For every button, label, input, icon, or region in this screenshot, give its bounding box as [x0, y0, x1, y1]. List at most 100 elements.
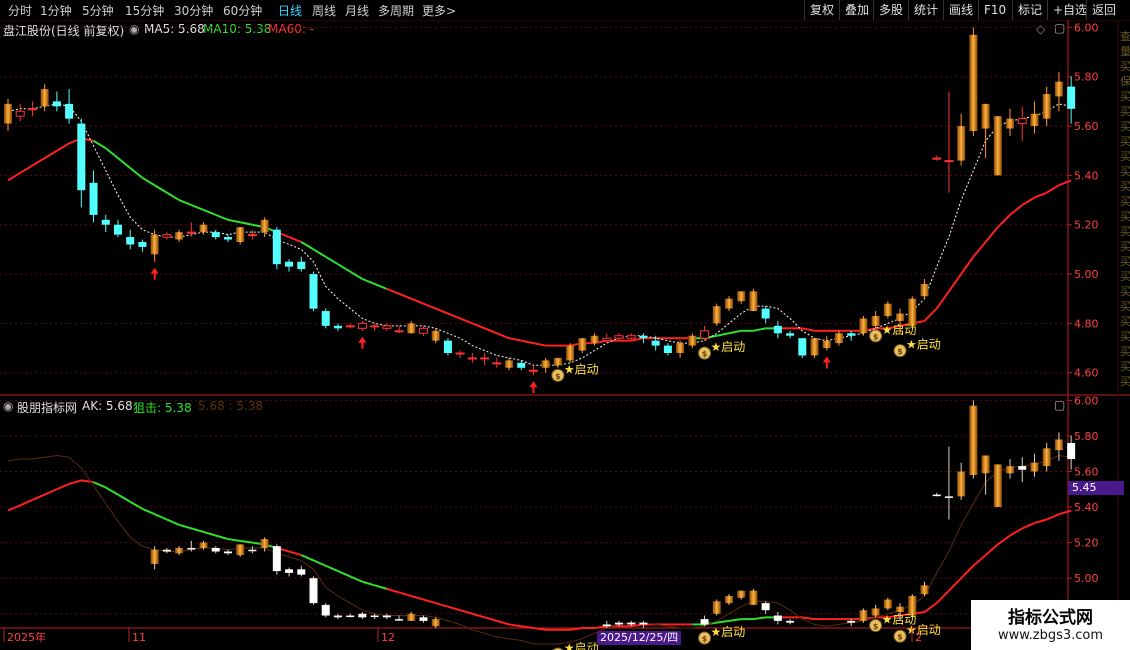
sub-candle-body [920, 585, 929, 595]
candle-body [1054, 81, 1063, 97]
candle-body [321, 311, 330, 326]
sub-candle-body [211, 547, 220, 552]
candle-body [639, 335, 648, 339]
main-tick-label: 5.20 [1074, 219, 1099, 232]
candle-body [1030, 113, 1039, 127]
candle-body [1042, 94, 1051, 119]
candle-body [162, 234, 172, 238]
sub-zj-segment [386, 587, 400, 594]
sub-candle-body [1018, 466, 1027, 470]
zj-segment [984, 226, 999, 243]
sub-zj-segment [32, 493, 46, 501]
candle-body [394, 330, 404, 333]
kline-chart[interactable]: 4.604.805.005.205.405.605.806.004.805.00… [0, 20, 1130, 650]
zj-segment [1034, 191, 1048, 199]
candle-body [113, 224, 122, 235]
strip-char: 买 [1120, 135, 1130, 148]
sub-zj-segment [423, 598, 436, 605]
candle-body [15, 110, 25, 117]
overlay-button[interactable]: 叠加 [839, 0, 874, 20]
time-label: 11 [132, 631, 146, 644]
period-tab-multi[interactable]: 多周期 [378, 2, 414, 19]
candle-body [798, 338, 807, 356]
zj-segment [471, 322, 485, 330]
sub-zj-segment [997, 534, 1011, 546]
period-tab-timeshare[interactable]: 分时 [8, 2, 32, 19]
signal-label-main: ★启动 [906, 338, 941, 352]
sub-zj-segment [802, 616, 815, 621]
multi-stock-button[interactable]: 多股 [873, 0, 908, 20]
stats-button[interactable]: 统计 [908, 0, 943, 20]
period-tab-15min[interactable]: 15分钟 [125, 2, 164, 19]
sub-candle-body [395, 619, 404, 621]
sub-zj-segment [240, 539, 253, 544]
mark-button[interactable]: 标记 [1012, 0, 1047, 20]
sub-zj-segment [936, 589, 950, 604]
sub-candle-body [1042, 448, 1051, 467]
adjust-button[interactable]: 复权 [804, 0, 839, 20]
sub-zj-segment [7, 504, 21, 512]
sub-tick-label: 5.40 [1074, 501, 1099, 514]
period-tab-30min[interactable]: 30分钟 [174, 2, 213, 19]
sub-candle-body [1006, 466, 1015, 474]
sub-zj-segment [325, 564, 339, 573]
sub-zj-segment [44, 488, 58, 496]
time-label: 12 [381, 631, 395, 644]
candle-body [871, 316, 880, 326]
candle-body [834, 333, 843, 344]
period-tab-1min[interactable]: 1分钟 [40, 2, 72, 19]
sub-candle-body [333, 615, 342, 618]
candle-body [993, 116, 1002, 176]
money-bag-symbol: $ [873, 332, 879, 341]
candle-body [981, 103, 990, 129]
cursor-date-tag: 2025/12/25/四 [597, 631, 682, 645]
period-tab-weekly[interactable]: 周线 [312, 2, 336, 19]
period-tab-monthly[interactable]: 月线 [345, 2, 369, 19]
candle-body [541, 360, 550, 368]
strip-char: 买 [1120, 300, 1130, 313]
sub-candle-body [150, 549, 159, 564]
zj-segment [239, 221, 253, 226]
candle-body [236, 227, 245, 242]
period-tab-60min[interactable]: 60分钟 [223, 2, 262, 19]
sub-candle-body [944, 496, 953, 498]
sub-candle-body [639, 622, 648, 625]
candle-body [431, 330, 440, 341]
sub-tick-label: 6.00 [1074, 394, 1099, 407]
back-button[interactable]: 返回 [1086, 0, 1121, 20]
period-tab-daily[interactable]: 日线 [278, 2, 302, 19]
strip-char: 买 [1120, 240, 1130, 253]
zj-segment [935, 290, 950, 310]
sub-candle-body [407, 613, 416, 621]
sub-zj-segment [19, 499, 33, 507]
buy-arrow-icon [529, 381, 538, 394]
sub-tick-label: 5.80 [1074, 430, 1099, 443]
right-side-strip: 查量买保买买买买买买买买买买买买买买买买买买买买 [1120, 29, 1130, 388]
sub-candle-body [260, 539, 269, 548]
zj-segment [1046, 184, 1060, 194]
draw-line-button[interactable]: 画线 [943, 0, 978, 20]
sub-candle-body [321, 604, 330, 616]
f10-button[interactable]: F10 [978, 0, 1011, 20]
period-tab-more[interactable]: 更多> [422, 2, 456, 19]
candle-body [700, 330, 710, 339]
period-tab-5min[interactable]: 5分钟 [82, 2, 114, 19]
money-bag-symbol: $ [897, 347, 903, 356]
sub-zj-segment [313, 559, 327, 567]
zj-segment [117, 157, 131, 169]
signal-label-main: ★启动 [564, 362, 599, 376]
zj-segment [1009, 204, 1023, 216]
sub-zj-segment [472, 612, 485, 619]
sub-zj-segment [1034, 518, 1047, 525]
candle-body [566, 345, 575, 361]
candle-body [272, 229, 281, 265]
zj-segment [166, 191, 180, 201]
zj-segment [972, 241, 987, 258]
strip-char: 买 [1120, 315, 1130, 328]
zj-segment [300, 241, 315, 251]
watermark-logo: 指标公式网 [1008, 608, 1093, 628]
sub-zj-segment [631, 623, 644, 628]
sub-candle-body [773, 615, 782, 621]
zj-segment [154, 184, 168, 194]
strip-char: 买 [1120, 60, 1130, 73]
